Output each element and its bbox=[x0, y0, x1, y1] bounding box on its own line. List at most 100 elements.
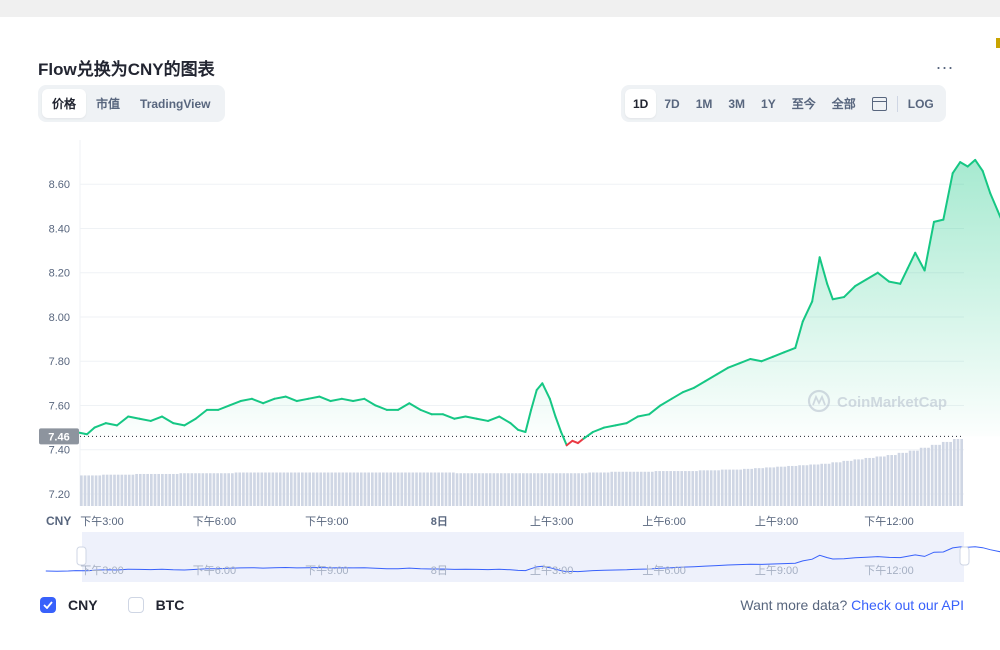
volume-bar bbox=[356, 472, 359, 506]
date-picker-button[interactable] bbox=[864, 89, 895, 118]
tab-price[interactable]: 价格 bbox=[42, 89, 87, 118]
volume-bar bbox=[625, 471, 628, 506]
y-tick-label: 8.00 bbox=[49, 312, 70, 324]
volume-bar bbox=[569, 473, 573, 506]
volume-bar bbox=[680, 471, 684, 506]
volume-bar bbox=[551, 473, 555, 506]
volume-bar bbox=[168, 473, 172, 506]
navigator-handle-right[interactable] bbox=[959, 546, 970, 566]
volume-bar bbox=[227, 473, 231, 506]
y-tick-label: 8.60 bbox=[49, 179, 70, 191]
volume-bar bbox=[275, 472, 278, 506]
volume-bar bbox=[256, 472, 260, 506]
range-1d[interactable]: 1D bbox=[625, 89, 657, 118]
range-1m[interactable]: 1M bbox=[688, 89, 721, 118]
volume-bar bbox=[319, 472, 323, 506]
volume-bar bbox=[374, 472, 378, 506]
volume-bar bbox=[820, 463, 824, 506]
volume-bar bbox=[949, 441, 952, 506]
price-chart[interactable]: 7.20 7.40 7.60 7.80 8.00 8.20 8.40 8.60 7.46 Co… bbox=[0, 130, 1000, 590]
volume-bar bbox=[960, 439, 963, 506]
api-link[interactable]: Check out our API bbox=[851, 597, 964, 613]
legend-label-btc: BTC bbox=[155, 597, 185, 613]
volume-bar bbox=[146, 473, 149, 506]
tab-market-cap[interactable]: 市值 bbox=[86, 89, 130, 118]
navigator-tick-label: 下午12:00 bbox=[864, 564, 914, 577]
volume-bar bbox=[952, 439, 956, 506]
volume-bar bbox=[776, 466, 779, 506]
volume-bar bbox=[440, 472, 444, 506]
volume-bar bbox=[617, 471, 621, 506]
volume-bar bbox=[709, 470, 713, 506]
range-ytd[interactable]: 至今 bbox=[784, 89, 824, 118]
volume-bar bbox=[455, 473, 459, 506]
volume-bar bbox=[816, 464, 820, 506]
volume-bar bbox=[739, 469, 742, 506]
legend-checkbox-cny[interactable] bbox=[40, 597, 56, 613]
x-tick-label: 下午3:00 bbox=[80, 515, 123, 528]
volume-bar bbox=[448, 472, 452, 506]
volume-bar bbox=[702, 470, 706, 506]
volume-bar bbox=[894, 455, 897, 506]
volume-bar bbox=[599, 472, 603, 506]
navigator-tick-label: 上午6:00 bbox=[642, 564, 685, 577]
volume-bar bbox=[566, 473, 569, 506]
volume-bar bbox=[105, 474, 109, 506]
volume-bar bbox=[529, 473, 533, 506]
more-options-button[interactable]: ... bbox=[936, 53, 954, 74]
current-price-label: 7.46 bbox=[48, 431, 69, 443]
range-1y[interactable]: 1Y bbox=[753, 89, 784, 118]
volume-bar bbox=[183, 473, 186, 506]
volume-bar bbox=[941, 441, 945, 506]
volume-bar bbox=[242, 472, 245, 506]
volume-bar bbox=[794, 465, 798, 506]
volume-bar bbox=[172, 473, 175, 506]
volume-bar bbox=[923, 447, 927, 506]
volume-bar bbox=[636, 471, 639, 506]
volume-bar bbox=[809, 464, 812, 506]
tab-tradingview[interactable]: TradingView bbox=[130, 89, 220, 118]
volume-bar bbox=[426, 472, 429, 506]
volume-bar bbox=[522, 473, 525, 506]
volume-bar bbox=[573, 473, 577, 506]
volume-bar bbox=[83, 475, 87, 506]
volume-bar bbox=[846, 460, 849, 506]
navigator-handle-left[interactable] bbox=[76, 546, 87, 566]
volume-bar bbox=[341, 472, 345, 506]
volume-bar bbox=[864, 457, 868, 506]
volume-bar bbox=[886, 455, 890, 506]
range-all[interactable]: 全部 bbox=[824, 89, 864, 118]
axis-currency-label: CNY bbox=[46, 514, 71, 528]
range-navigator[interactable]: 下午3:00 下午6:00 下午9:00 8日 上午3:00 上午6:00 上午9:00 下午… bbox=[45, 532, 1000, 582]
volume-bar bbox=[584, 473, 588, 506]
y-tick-label: 7.60 bbox=[49, 400, 70, 412]
volume-bar bbox=[463, 473, 466, 506]
volume-bar bbox=[238, 472, 242, 506]
volume-bar bbox=[127, 474, 131, 506]
volume-bar bbox=[205, 473, 208, 506]
log-scale-button[interactable]: LOG bbox=[900, 89, 942, 118]
volume-bar bbox=[389, 472, 393, 506]
volume-bar bbox=[673, 471, 676, 506]
x-tick-label: 上午9:00 bbox=[755, 515, 798, 528]
volume-bar bbox=[422, 472, 426, 506]
volume-bar bbox=[264, 472, 267, 506]
volume-bar bbox=[407, 472, 411, 506]
volume-bar bbox=[628, 471, 632, 506]
range-3m[interactable]: 3M bbox=[720, 89, 753, 118]
range-7d[interactable]: 7D bbox=[656, 89, 687, 118]
volume-bar bbox=[94, 475, 98, 506]
volume-bar bbox=[488, 473, 492, 506]
volume-bar bbox=[838, 462, 842, 506]
volume-bar bbox=[746, 468, 750, 506]
volume-bar bbox=[113, 474, 116, 506]
volume-bar bbox=[588, 472, 591, 506]
volume-bar bbox=[304, 472, 308, 506]
volume-bar bbox=[98, 475, 102, 506]
volume-bar bbox=[80, 475, 83, 506]
volume-bar bbox=[591, 472, 595, 506]
y-axis-labels: 7.20 7.40 7.60 7.80 8.00 8.20 8.40 8.60 bbox=[49, 179, 70, 501]
legend-checkbox-btc[interactable] bbox=[127, 597, 144, 613]
volume-bar bbox=[400, 472, 404, 506]
volume-bar bbox=[875, 456, 879, 506]
